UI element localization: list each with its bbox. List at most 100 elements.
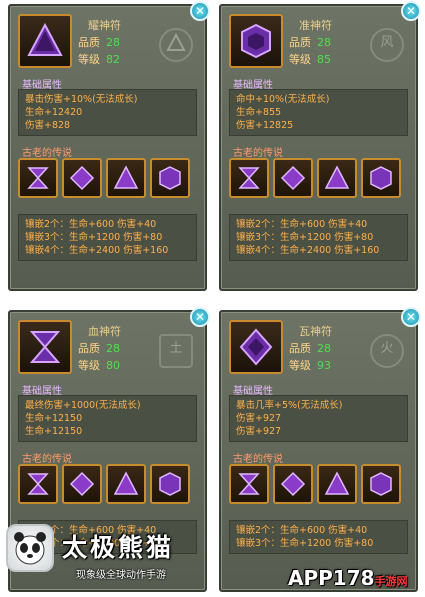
base-attributes: 最终伤害+1000(无法成长) 生命+12150 生命+12150 bbox=[18, 395, 197, 442]
hourglass-gem-icon bbox=[238, 167, 260, 189]
gem-slot[interactable] bbox=[317, 158, 357, 198]
pyramid-gem-icon bbox=[113, 165, 139, 189]
rune-icon-2[interactable] bbox=[229, 14, 283, 68]
quality-label: 品质 bbox=[78, 36, 100, 49]
gem-slots bbox=[229, 464, 408, 506]
legend-title: 古老的传说 bbox=[233, 454, 283, 465]
rune-panel-2: ✕ 准神符 品质 28 等级 85 风 基础属性 命中+10%(无法成长) 生命+8… bbox=[219, 1, 421, 291]
set-line: 镶嵌3个：生命+1200 伤害+80 bbox=[236, 232, 374, 243]
panda-logo-icon bbox=[6, 524, 54, 572]
rune-header-3: 血神符 品质 28 等级 80 土 bbox=[18, 320, 197, 376]
set-line: 镶嵌2个：生命+600 伤害+40 bbox=[25, 219, 157, 230]
cube-gem-icon bbox=[159, 166, 181, 190]
quality-value: 28 bbox=[106, 36, 120, 49]
gem-slot[interactable] bbox=[18, 464, 58, 504]
cube-gem-icon bbox=[370, 472, 392, 496]
gem-slots bbox=[18, 464, 197, 506]
base-attributes: 暴击伤害+10%(无法成长) 生命+12420 伤害+828 bbox=[18, 89, 197, 136]
pyramid-gem-icon bbox=[113, 471, 139, 495]
set-bonuses: 镶嵌2个：生命+600 伤害+40 镶嵌3个：生命+1200 伤害+80 镶嵌4… bbox=[229, 214, 408, 261]
pyramid-rune-icon bbox=[27, 22, 63, 56]
rune-header-4: 瓦神符 品质 28 等级 93 火 bbox=[229, 320, 408, 376]
base-attributes: 命中+10%(无法成长) 生命+855 伤害+12825 bbox=[229, 89, 408, 136]
rune-icon-4[interactable] bbox=[229, 320, 283, 374]
diamond-gem-icon bbox=[69, 165, 95, 191]
set-bonuses: 镶嵌2个：生命+600 伤害+40 镶嵌3个：生命+1200 伤害+80 bbox=[229, 520, 408, 554]
base-attributes: 暴击几率+5%(无法成长) 伤害+927 伤害+927 bbox=[229, 395, 408, 442]
hourglass-gem-icon bbox=[27, 167, 49, 189]
attr-line: 生命+855 bbox=[236, 107, 282, 118]
hourglass-gem-icon bbox=[238, 473, 260, 495]
gem-slot[interactable] bbox=[18, 158, 58, 198]
set-line: 镶嵌3个：生命+1200 伤害+80 bbox=[25, 232, 163, 243]
quality-value: 28 bbox=[317, 36, 331, 49]
set-line: 镶嵌3个：生命+1200 伤害+80 bbox=[236, 538, 374, 549]
set-line: 镶嵌4个：生命+2400 伤害+160 bbox=[25, 245, 169, 256]
legend-title: 古老的传说 bbox=[22, 454, 72, 465]
pyramid-gem-icon bbox=[324, 165, 350, 189]
gem-slot[interactable] bbox=[361, 158, 401, 198]
hourglass-rune-icon bbox=[29, 331, 61, 363]
gem-slots bbox=[18, 158, 197, 200]
quality-value: 28 bbox=[317, 342, 331, 355]
gem-slot[interactable] bbox=[62, 158, 102, 198]
hourglass-gem-icon bbox=[27, 473, 49, 495]
rune-panel-1: ✕ 耀神符 品质 28 等级 82 基础属性 暴击伤害+10%(无法成长) 生命+1… bbox=[8, 1, 210, 291]
rune-title: 血神符 bbox=[88, 325, 121, 338]
cube-gem-icon bbox=[159, 472, 181, 496]
rune-panel-4: ✕ 瓦神符 品质 28 等级 93 火 基础属性 暴击几率+5%(无法成长) 伤害+… bbox=[219, 307, 421, 592]
mountain-emblem-icon bbox=[166, 32, 186, 51]
element-emblem: 土 bbox=[159, 334, 193, 368]
gem-slot[interactable] bbox=[106, 464, 146, 504]
element-emblem: 风 bbox=[370, 28, 404, 62]
gem-slot[interactable] bbox=[273, 464, 313, 504]
attr-line: 暴击伤害+10%(无法成长) bbox=[25, 94, 138, 105]
site-watermark-b: 手游网 bbox=[374, 575, 408, 588]
attr-line: 命中+10%(无法成长) bbox=[236, 94, 330, 105]
diamond-gem-icon bbox=[69, 471, 95, 497]
level-label: 等级 bbox=[78, 53, 100, 66]
attr-line: 最终伤害+1000(无法成长) bbox=[25, 400, 141, 411]
gem-slot[interactable] bbox=[361, 464, 401, 504]
level-value: 93 bbox=[317, 359, 331, 372]
level-value: 80 bbox=[106, 359, 120, 372]
panda-face-icon bbox=[14, 532, 46, 565]
game-title-watermark: 太极熊猫 bbox=[62, 533, 175, 562]
gem-slot[interactable] bbox=[229, 158, 269, 198]
quality-label: 品质 bbox=[289, 36, 311, 49]
quality-label: 品质 bbox=[78, 342, 100, 355]
gem-slot[interactable] bbox=[317, 464, 357, 504]
attr-line: 生命+12150 bbox=[25, 426, 83, 437]
level-value: 85 bbox=[317, 53, 331, 66]
quality-value: 28 bbox=[106, 342, 120, 355]
rune-title: 耀神符 bbox=[88, 19, 121, 32]
set-line: 镶嵌2个：生命+600 伤害+40 bbox=[236, 525, 368, 536]
attr-line: 生命+12420 bbox=[25, 107, 83, 118]
rune-icon-1[interactable] bbox=[18, 14, 72, 68]
element-emblem bbox=[159, 28, 193, 62]
legend-title: 古老的传说 bbox=[233, 148, 283, 159]
gem-slot[interactable] bbox=[150, 158, 190, 198]
gem-slot[interactable] bbox=[229, 464, 269, 504]
game-subtitle-watermark: 现象级全球动作手游 bbox=[76, 570, 166, 581]
attr-line: 伤害+12825 bbox=[236, 120, 294, 131]
attr-line: 伤害+927 bbox=[236, 413, 282, 424]
set-line: 镶嵌4个：生命+2400 伤害+160 bbox=[236, 245, 380, 256]
cube-gem-icon bbox=[370, 166, 392, 190]
rune-header-1: 耀神符 品质 28 等级 82 bbox=[18, 14, 197, 70]
gem-slot[interactable] bbox=[150, 464, 190, 504]
pyramid-gem-icon bbox=[324, 471, 350, 495]
diamond-gem-icon bbox=[280, 471, 306, 497]
quality-label: 品质 bbox=[289, 342, 311, 355]
level-value: 82 bbox=[106, 53, 120, 66]
gem-slot[interactable] bbox=[106, 158, 146, 198]
level-label: 等级 bbox=[289, 359, 311, 372]
rune-title: 准神符 bbox=[299, 19, 332, 32]
attr-line: 生命+12150 bbox=[25, 413, 83, 424]
site-watermark-a: APP178 bbox=[288, 566, 375, 590]
rune-icon-3[interactable] bbox=[18, 320, 72, 374]
set-bonuses: 镶嵌2个：生命+600 伤害+40 镶嵌3个：生命+1200 伤害+80 镶嵌4… bbox=[18, 214, 197, 261]
gem-slot[interactable] bbox=[62, 464, 102, 504]
element-emblem: 火 bbox=[370, 334, 404, 368]
gem-slot[interactable] bbox=[273, 158, 313, 198]
